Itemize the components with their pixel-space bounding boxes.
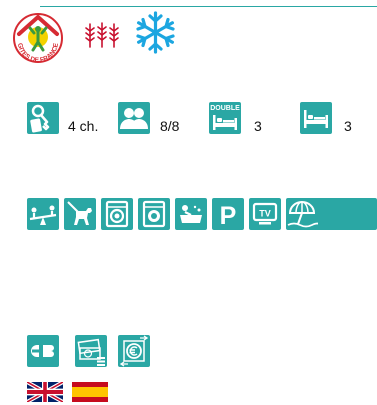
double-bed-icon: DOUBLE [209, 102, 241, 134]
holiday-vouchers-icon [118, 335, 150, 367]
key-icon [27, 102, 59, 134]
snowflake-icon [136, 11, 175, 54]
top-divider [40, 6, 377, 7]
single-beds-count: 3 [344, 118, 352, 134]
cheques-icon [75, 335, 107, 367]
playground-seesaw-icon [27, 198, 59, 230]
listing-icons-panel: GITES DE FRANCE 4 ch. 8/8 DOUBLE 3 3 P T… [0, 0, 377, 405]
credit-card-icon: CB [27, 335, 59, 367]
gites-de-france-logo: GITES DE FRANCE [13, 13, 63, 64]
washing-machine-icon [101, 198, 133, 230]
persons-icon [118, 102, 150, 134]
wheat-ears-icon [85, 22, 119, 48]
tv-icon: TV [249, 198, 281, 230]
rooms-count-label: 4 ch. [68, 118, 99, 134]
tv-letters: TV [259, 209, 271, 219]
parking-letter: P [220, 202, 237, 230]
pets-allowed-icon [64, 198, 96, 230]
single-bed-icon [300, 102, 332, 134]
double-beds-count: 3 [254, 118, 262, 134]
flag-uk [27, 382, 63, 402]
dishwasher-icon [138, 198, 170, 230]
beach-umbrella-icon [286, 198, 377, 230]
baby-bath-icon [175, 198, 207, 230]
flag-spain [72, 382, 108, 402]
parking-icon: P [212, 198, 244, 230]
double-badge-text: DOUBLE [210, 105, 240, 112]
persons-count-label: 8/8 [160, 118, 180, 134]
